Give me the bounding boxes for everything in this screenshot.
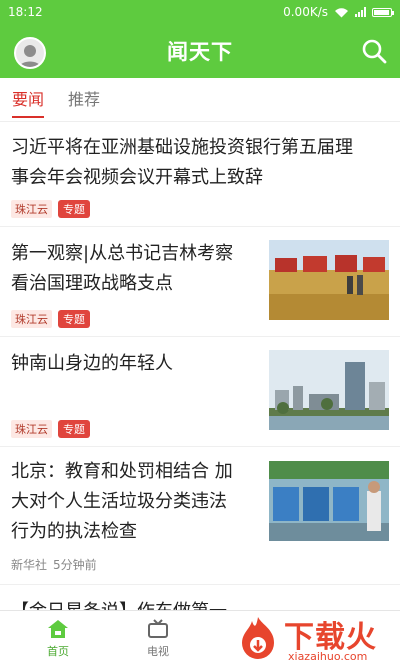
nav-home[interactable]: 首页 xyxy=(28,611,88,666)
topic-tag: 专题 xyxy=(58,420,90,438)
garbage-sorting-photo xyxy=(269,461,389,541)
news-headline: 北京：教育和处罚相结合 加 大对个人生活垃圾分类违法 行为的执法检查 xyxy=(11,461,233,542)
status-bar: 18:12 0.00K/s xyxy=(0,0,400,24)
user-icon xyxy=(18,45,42,67)
harvest-field-photo xyxy=(269,240,389,320)
battery-icon xyxy=(372,7,394,17)
topic-tag: 专题 xyxy=(58,310,90,328)
source-tag: 珠江云 xyxy=(11,200,52,218)
nav-tv[interactable]: 电视 xyxy=(128,611,188,666)
news-meta: 新华社 5分钟前 xyxy=(11,556,97,573)
news-source: 新华社 xyxy=(11,558,48,572)
source-tag: 珠江云 xyxy=(11,420,52,438)
news-time: 5分钟前 xyxy=(53,558,97,572)
watermark-logo: 下载火 xiazaihuo.com xyxy=(232,612,400,666)
news-item[interactable]: 第一观察|从总书记吉林考察 看治国理政战略支点 珠江云 专题 xyxy=(0,227,400,337)
news-item[interactable]: 【金日星条说】作东做第一 xyxy=(0,585,400,610)
news-headline: 第一观察|从总书记吉林考察 看治国理政战略支点 xyxy=(11,243,234,294)
news-meta: 珠江云 专题 xyxy=(11,420,90,438)
topic-tag: 专题 xyxy=(58,200,90,218)
tab-headlines[interactable]: 要闻 xyxy=(12,78,45,122)
avatar[interactable] xyxy=(14,37,46,69)
search-icon[interactable] xyxy=(360,37,388,65)
nav-home-label: 首页 xyxy=(47,645,69,658)
news-item[interactable]: 钟南山身边的年轻人 珠江云 专题 xyxy=(0,337,400,447)
city-skyline-photo xyxy=(269,350,389,430)
news-feed: 习近平将在亚洲基础设施投资银行第五届理 事会年会视频会议开幕式上致辞 珠江云 专… xyxy=(0,123,400,610)
network-speed: 0.00K/s xyxy=(283,5,328,19)
source-tag: 珠江云 xyxy=(11,310,52,328)
home-icon xyxy=(48,620,68,638)
news-item[interactable]: 习近平将在亚洲基础设施投资银行第五届理 事会年会视频会议开幕式上致辞 珠江云 专… xyxy=(0,123,400,227)
flame-logo-icon xyxy=(242,617,274,659)
signal-icon xyxy=(355,7,366,17)
app-bar: 闻天下 xyxy=(0,24,400,78)
watermark-url: xiazaihuo.com xyxy=(288,650,368,663)
news-headline: 【金日星条说】作东做第一 xyxy=(11,597,391,610)
tab-recommended[interactable]: 推荐 xyxy=(68,78,100,122)
news-meta: 珠江云 专题 xyxy=(11,200,90,218)
tv-icon xyxy=(148,619,168,638)
status-time: 18:12 xyxy=(8,5,43,19)
news-item[interactable]: 北京：教育和处罚相结合 加 大对个人生活垃圾分类违法 行为的执法检查 新华社 5… xyxy=(0,447,400,585)
wifi-icon xyxy=(335,7,348,17)
category-tabs: 要闻 推荐 xyxy=(0,78,400,122)
nav-tv-label: 电视 xyxy=(147,645,169,658)
news-headline: 习近平将在亚洲基础设施投资银行第五届理 事会年会视频会议开幕式上致辞 xyxy=(11,137,353,188)
app-title: 闻天下 xyxy=(167,40,233,64)
news-meta: 珠江云 专题 xyxy=(11,310,90,328)
news-headline: 钟南山身边的年轻人 xyxy=(11,353,173,374)
